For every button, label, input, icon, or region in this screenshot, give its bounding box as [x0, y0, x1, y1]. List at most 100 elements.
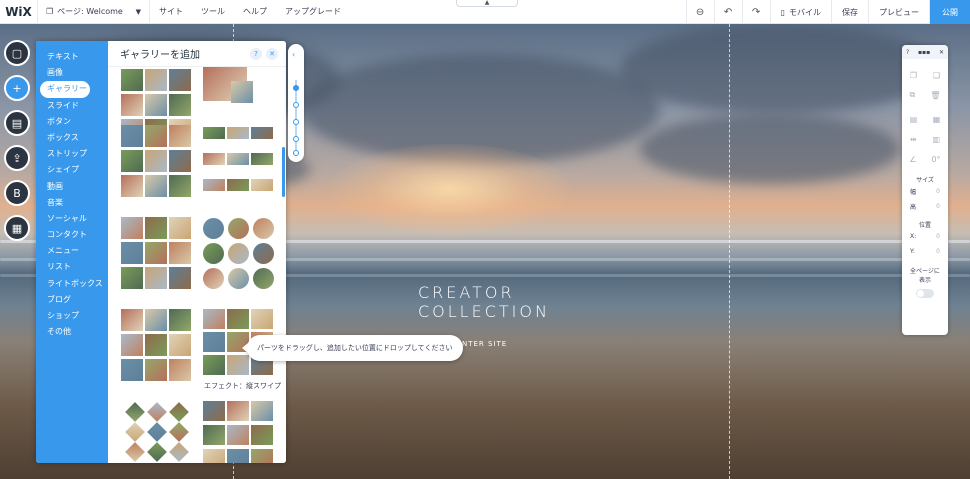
gallery-thumbnail[interactable]: [203, 355, 225, 375]
gallery-thumbnail[interactable]: [227, 449, 249, 463]
gallery-thumbnail[interactable]: [228, 218, 249, 239]
category-item[interactable]: コンタクト: [36, 227, 108, 243]
y-field[interactable]: Y: 0: [902, 244, 948, 259]
gallery-thumbnail[interactable]: [145, 69, 167, 91]
gallery-thumbnail[interactable]: [251, 127, 273, 139]
gallery-thumbnail[interactable]: [169, 309, 191, 331]
hero-subtitle[interactable]: NTER SITE: [462, 340, 507, 348]
stepper-dot[interactable]: [293, 136, 299, 142]
category-item[interactable]: ソーシャル: [36, 211, 108, 227]
gallery-thumbnail[interactable]: [145, 125, 167, 147]
rotate-icon[interactable]: ∠: [909, 155, 916, 164]
app-market-icon[interactable]: ▤: [4, 110, 30, 136]
gallery-thumbnail[interactable]: [251, 179, 273, 191]
gallery-thumbnail[interactable]: [145, 359, 167, 381]
gallery-thumbnail[interactable]: [121, 267, 143, 289]
gallery-thumbnail[interactable]: [227, 127, 249, 139]
gallery-thumbnail[interactable]: [169, 267, 191, 289]
gallery-thumbnail[interactable]: [228, 268, 249, 289]
gallery-thumbnail[interactable]: [145, 334, 167, 356]
gallery-thumbnail[interactable]: [227, 153, 249, 165]
distribute-icon[interactable]: ⇹: [910, 135, 917, 144]
category-item[interactable]: ストリップ: [36, 146, 108, 162]
menu-help[interactable]: ヘルプ: [234, 0, 276, 24]
gallery-thumbnail[interactable]: [121, 175, 143, 197]
gallery-thumbnail[interactable]: [169, 217, 191, 239]
wix-logo[interactable]: WiX: [0, 0, 38, 24]
match-size-icon[interactable]: ▥: [932, 135, 940, 144]
category-item[interactable]: その他: [36, 324, 108, 340]
category-item[interactable]: ブログ: [36, 292, 108, 308]
close-icon[interactable]: ✕: [939, 49, 944, 56]
gallery-thumbnail[interactable]: [169, 334, 191, 356]
blog-icon[interactable]: B: [4, 180, 30, 206]
close-icon[interactable]: ✕: [266, 47, 278, 60]
duplicate-icon[interactable]: ⧉: [910, 90, 916, 100]
delete-icon[interactable]: 🗑: [930, 91, 940, 100]
bookings-icon[interactable]: ▦: [4, 215, 30, 241]
gallery-thumbnail[interactable]: [121, 309, 143, 331]
save-button[interactable]: 保存: [831, 0, 868, 24]
gallery-thumbnail[interactable]: [203, 218, 224, 239]
show-all-pages-toggle[interactable]: [916, 289, 934, 298]
category-item[interactable]: ショップ: [36, 308, 108, 324]
copy-icon[interactable]: ❐: [910, 71, 917, 80]
gallery-thumbnail[interactable]: [145, 309, 167, 331]
width-field[interactable]: 幅0: [902, 184, 948, 199]
gallery-thumbnail[interactable]: [203, 401, 225, 421]
gallery-thumbnail[interactable]: [169, 94, 191, 116]
gallery-thumbnail[interactable]: [203, 449, 225, 463]
category-item[interactable]: ボックス: [36, 130, 108, 146]
gallery-thumbnail[interactable]: [145, 175, 167, 197]
gallery-thumbnail[interactable]: [121, 334, 143, 356]
gallery-thumbnail[interactable]: [251, 309, 273, 329]
gallery-thumbnail[interactable]: [251, 401, 273, 421]
gallery-thumbnail[interactable]: [227, 309, 249, 329]
category-item[interactable]: ボタン: [36, 114, 108, 130]
category-item[interactable]: スライド: [36, 98, 108, 114]
gallery-thumbnail[interactable]: [169, 359, 191, 381]
gallery-thumbnail[interactable]: [253, 268, 274, 289]
gallery-thumbnail[interactable]: [145, 217, 167, 239]
gallery-thumbnail[interactable]: [203, 332, 225, 352]
stepper-dot[interactable]: [293, 150, 299, 156]
gallery-thumbnail[interactable]: [251, 449, 273, 463]
gallery-thumbnail[interactable]: [227, 179, 249, 191]
arrange-icon[interactable]: ▤: [910, 115, 918, 124]
stepper-dot[interactable]: [293, 119, 299, 125]
gallery-thumbnail[interactable]: [203, 425, 225, 445]
gallery-thumbnail[interactable]: [227, 355, 249, 375]
angle-value[interactable]: 0°: [931, 155, 940, 164]
gallery-thumbnail[interactable]: [203, 127, 225, 139]
paste-icon[interactable]: ❏: [933, 71, 940, 80]
gallery-thumbnail[interactable]: [169, 175, 191, 197]
zoom-icon[interactable]: ⊖: [685, 0, 714, 24]
gallery-thumbnail[interactable]: [169, 150, 191, 172]
gallery-thumbnail[interactable]: [227, 425, 249, 445]
publish-button[interactable]: 公開: [929, 0, 970, 24]
category-item[interactable]: ライトボックス: [36, 276, 108, 292]
gallery-thumbnail[interactable]: [203, 243, 224, 264]
category-item[interactable]: シェイプ: [36, 162, 108, 178]
grip-icon[interactable]: ▪▪▪: [918, 49, 930, 56]
gallery-thumbnail[interactable]: [231, 81, 253, 103]
gallery-thumbnail[interactable]: [169, 242, 191, 264]
gallery-thumbnail[interactable]: [121, 94, 143, 116]
gallery-thumbnail[interactable]: [169, 125, 191, 147]
gallery-thumbnail[interactable]: [121, 217, 143, 239]
redo-icon[interactable]: ↷: [741, 0, 770, 24]
gallery-thumbnail[interactable]: [145, 150, 167, 172]
category-item[interactable]: ギャラリー: [40, 81, 90, 98]
stepper-dot[interactable]: [293, 102, 299, 108]
gallery-thumbnail[interactable]: [253, 243, 274, 264]
gallery-thumbnail[interactable]: [203, 268, 224, 289]
category-item[interactable]: メニュー: [36, 243, 108, 259]
stepper-dot[interactable]: [293, 85, 299, 91]
page-selector[interactable]: ❐ ページ: Welcome ▼: [38, 0, 150, 24]
gallery-thumbnail[interactable]: [121, 69, 143, 91]
category-item[interactable]: テキスト: [36, 49, 108, 65]
collapse-panel-icon[interactable]: ‹: [292, 50, 295, 59]
gallery-thumbnail[interactable]: [251, 153, 273, 165]
gallery-thumbnail[interactable]: [251, 425, 273, 445]
help-icon[interactable]: ?: [250, 47, 262, 60]
